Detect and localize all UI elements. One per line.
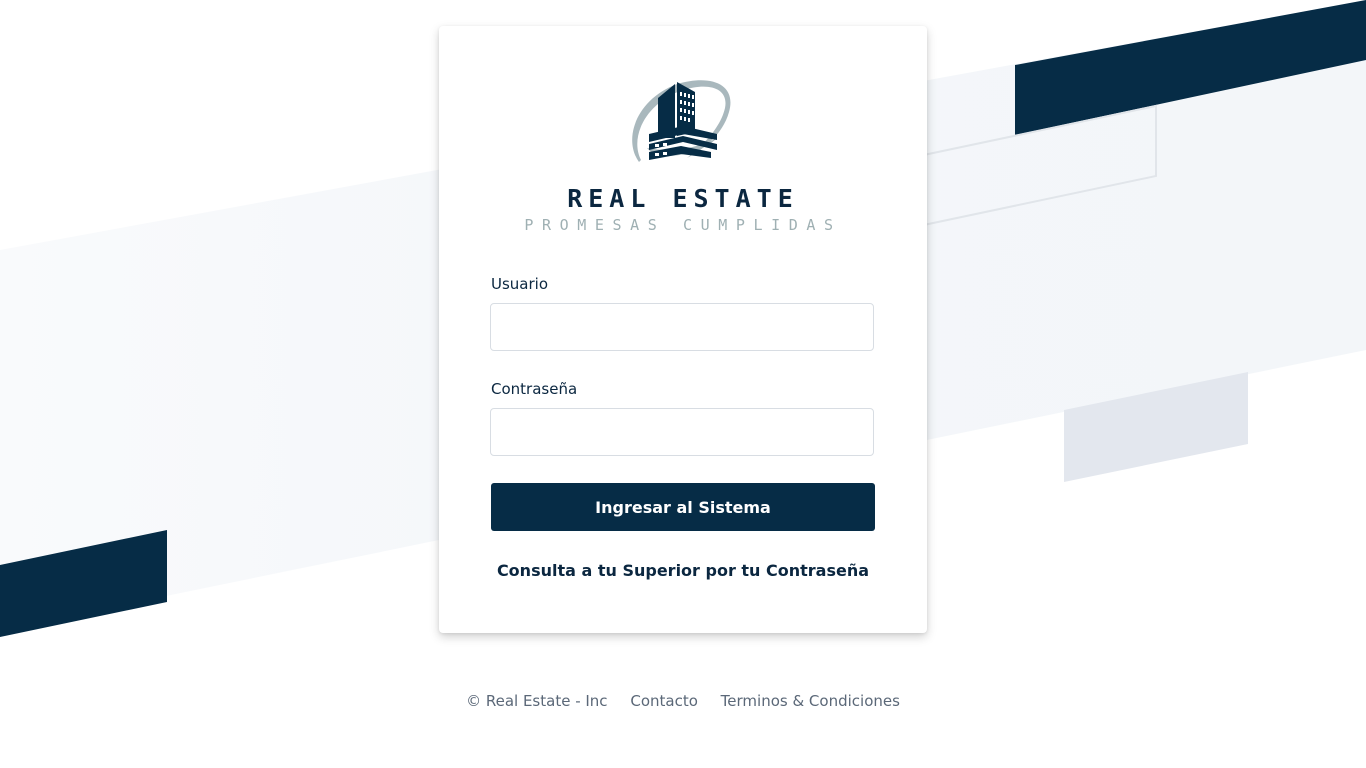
footer-terms-link[interactable]: Terminos & Condiciones bbox=[721, 690, 900, 712]
username-input[interactable] bbox=[490, 303, 874, 351]
brand-logo: REAL ESTATE PROMESAS CUMPLIDAS bbox=[439, 78, 927, 238]
footer: © Real Estate - Inc Contacto Terminos & … bbox=[0, 690, 1366, 712]
login-button[interactable]: Ingresar al Sistema bbox=[491, 483, 875, 531]
forgot-password-link[interactable]: Consulta a tu Superior por tu Contraseña bbox=[439, 560, 927, 582]
username-label: Usuario bbox=[491, 275, 549, 293]
building-logo-icon bbox=[632, 80, 731, 162]
login-card: REAL ESTATE PROMESAS CUMPLIDAS Usuario C… bbox=[439, 26, 927, 633]
footer-copyright: © Real Estate - Inc bbox=[466, 692, 608, 710]
footer-contact-link[interactable]: Contacto bbox=[630, 690, 698, 712]
password-label: Contraseña bbox=[491, 380, 578, 398]
password-input[interactable] bbox=[490, 408, 874, 456]
brand-name: REAL ESTATE bbox=[567, 184, 799, 213]
brand-tagline: PROMESAS CUMPLIDAS bbox=[524, 216, 842, 234]
